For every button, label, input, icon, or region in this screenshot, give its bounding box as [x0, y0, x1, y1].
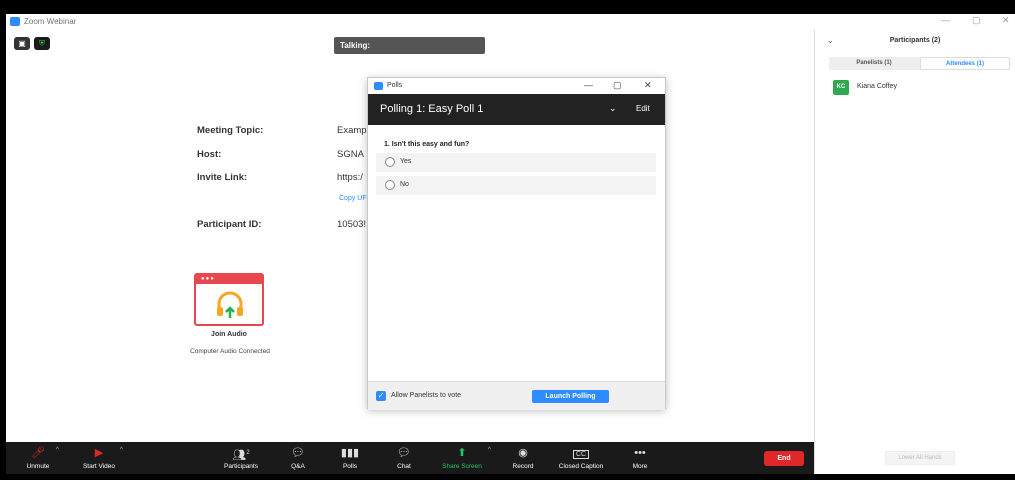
closed-caption-button[interactable]: CC Closed Caption	[548, 442, 614, 474]
poll-question: 1. Isn't this easy and fun?	[384, 141, 470, 148]
start-video-label: Start Video	[82, 463, 116, 470]
participants-title: Participants (2)	[889, 37, 941, 44]
chevron-down-icon[interactable]: ⌄	[609, 103, 617, 114]
host-value: SGNA	[337, 149, 364, 160]
info-icon[interactable]: ▣	[14, 37, 30, 50]
poll-option-label: Yes	[400, 158, 412, 165]
close-button[interactable]: ✕	[1002, 15, 1010, 26]
polls-maximize-button[interactable]: ▢	[613, 80, 622, 91]
avatar: KC	[833, 80, 849, 95]
lower-all-hands-button[interactable]: Lower All Hands	[885, 451, 955, 465]
more-button[interactable]: ••• More	[624, 442, 656, 474]
unmute-label: Unmute	[26, 463, 50, 470]
participants-button[interactable]: 👥︎2 Participants	[216, 442, 266, 474]
tab-panelists[interactable]: Panelists (1)	[829, 57, 919, 70]
qa-icon: 💬︎	[291, 447, 305, 459]
allow-panelists-label: Allow Panelists to vote	[391, 392, 462, 399]
participants-label: Participants	[224, 463, 258, 470]
zoom-logo-icon	[10, 17, 20, 26]
poll-option[interactable]: Yes	[376, 153, 656, 172]
top-black-border	[0, 0, 1015, 14]
participants-tabs: Panelists (1) Attendees (1)	[829, 57, 1010, 70]
chevron-up-icon[interactable]: ^	[56, 447, 59, 453]
attendee-name: Kiana Coffey	[857, 83, 897, 90]
zoom-webinar-screen: Zoom Webinar — ▢ ✕ ▣ ⛨ Talking: Meeting T…	[0, 0, 1015, 480]
window-title: Zoom Webinar	[24, 17, 77, 26]
card-header-bar: ●●●	[196, 275, 262, 284]
talking-indicator: Talking:	[334, 37, 485, 54]
security-shield-icon[interactable]: ⛨	[34, 37, 50, 50]
polls-footer: ✓ Allow Panelists to vote Launch Polling	[368, 381, 665, 410]
record-label: Record	[512, 463, 534, 470]
top-left-icons: ▣ ⛨	[14, 33, 54, 51]
more-label: More	[632, 463, 648, 470]
poll-header: Polling 1: Easy Poll 1 ⌄ Edit	[368, 94, 665, 125]
participants-icon: 👥︎2	[232, 449, 250, 462]
tab-attendees[interactable]: Attendees (1)	[920, 57, 1010, 70]
qa-button[interactable]: 💬︎ Q&A	[282, 442, 314, 474]
polls-button[interactable]: ▮▮▮ Polls	[334, 442, 366, 474]
end-button[interactable]: End	[764, 451, 804, 466]
chevron-up-icon[interactable]: ^	[488, 447, 491, 453]
edit-poll-button[interactable]: Edit	[636, 104, 650, 113]
copy-url-link[interactable]: Copy UF	[339, 195, 367, 202]
closed-caption-icon: CC	[548, 446, 614, 460]
polls-window-title: Polls	[387, 82, 403, 89]
bottom-black-border	[0, 474, 1015, 480]
qa-label: Q&A	[291, 463, 305, 470]
share-screen-icon: ⬆	[457, 447, 467, 459]
share-screen-button[interactable]: ⬆ ^ Share Screen	[434, 442, 491, 474]
headphones-icon	[217, 291, 243, 318]
window-titlebar: Zoom Webinar — ▢ ✕	[6, 14, 1015, 30]
meeting-topic-value: Examp	[337, 125, 367, 136]
host-label: Host:	[197, 149, 222, 160]
polls-window: Polls — ▢ ✕ Polling 1: Easy Poll 1 ⌄ Edi…	[367, 77, 666, 410]
polls-label: Polls	[342, 463, 358, 470]
closed-caption-label: Closed Caption	[558, 463, 604, 470]
polls-icon: ▮▮▮	[340, 447, 360, 459]
more-icon: •••	[634, 447, 646, 459]
meeting-toolbar: 🎤︎ ^ Unmute ▶ ^ Start Video 👥︎2 Particip…	[6, 442, 814, 474]
record-icon: ◉	[518, 447, 528, 459]
audio-status: Computer Audio Connected	[190, 348, 270, 355]
video-off-icon: ▶	[94, 447, 104, 459]
participant-id-label: Participant ID:	[197, 219, 262, 230]
unmute-button[interactable]: 🎤︎ ^ Unmute	[16, 442, 60, 474]
chevron-up-icon[interactable]: ^	[120, 447, 123, 453]
chat-label: Chat	[397, 463, 411, 470]
join-audio-label: Join Audio	[211, 331, 247, 338]
record-button[interactable]: ◉ Record	[506, 442, 540, 474]
poll-option-label: No	[400, 181, 409, 188]
join-audio-button[interactable]: ●●●	[194, 273, 264, 326]
participants-panel: ⌄ Participants (2) Panelists (1) Attende…	[814, 30, 1015, 474]
invite-link-value: https:/	[337, 172, 363, 183]
radio-button[interactable]	[385, 157, 395, 167]
chat-button[interactable]: 💬︎ Chat	[388, 442, 420, 474]
zoom-logo-icon	[374, 82, 383, 90]
poll-name: Polling 1: Easy Poll 1	[380, 103, 484, 115]
chat-icon: 💬︎	[397, 447, 411, 459]
radio-button[interactable]	[385, 180, 395, 190]
allow-panelists-checkbox[interactable]: ✓	[376, 391, 386, 401]
participant-id-value: 10503!	[337, 219, 367, 230]
polls-close-button[interactable]: ✕	[644, 80, 652, 91]
launch-polling-button[interactable]: Launch Polling	[532, 390, 609, 403]
poll-option[interactable]: No	[376, 176, 656, 195]
share-screen-label: Share Screen	[442, 463, 482, 470]
polls-minimize-button[interactable]: —	[584, 80, 593, 90]
meeting-topic-label: Meeting Topic:	[197, 125, 264, 136]
muted-microphone-icon: 🎤︎	[31, 447, 45, 459]
polls-titlebar: Polls — ▢ ✕	[368, 78, 665, 94]
participants-count: 2	[246, 450, 250, 456]
minimize-button[interactable]: —	[941, 15, 950, 25]
invite-link-label: Invite Link:	[197, 172, 248, 183]
start-video-button[interactable]: ▶ ^ Start Video	[74, 442, 124, 474]
maximize-button[interactable]: ▢	[972, 15, 981, 26]
